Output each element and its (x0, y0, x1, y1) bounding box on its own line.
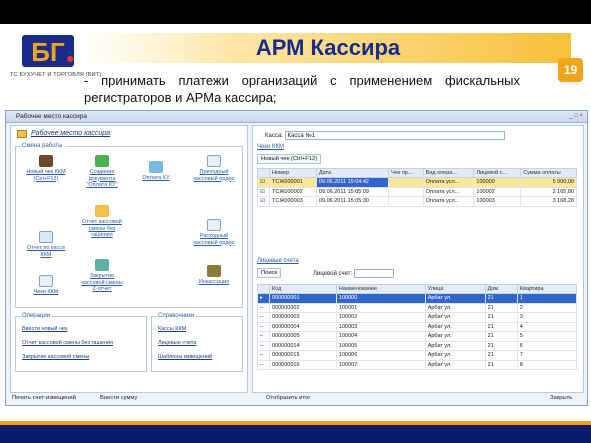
document-icon (207, 219, 221, 231)
show-totals-button[interactable]: Отобразить итог (266, 395, 310, 401)
search-button[interactable]: Поиск (257, 268, 282, 278)
op-close-shift[interactable]: Закрытие кассовой смены (22, 354, 89, 360)
bottom-bar (0, 425, 591, 443)
bullet-text: - принимать платежи организаций с примен… (84, 73, 520, 105)
op-report-no-cancel[interactable]: Отчет кассовой смены без гашения (22, 340, 113, 346)
checks-section-title: Чеки ККМ (257, 144, 284, 150)
acc-col-flag (257, 284, 270, 294)
app-window: Рабочее место кассира _ □ × Рабочее мест… (5, 110, 588, 406)
check-col-sum[interactable]: Сумма оплаты (520, 168, 577, 178)
pay-ku-button[interactable]: Оплата КУ (136, 161, 176, 182)
table-row[interactable]: –000000004 100003 Арбат ул. 21 4 (257, 321, 578, 332)
account-row: Лицевой счет: (313, 269, 394, 278)
table-row[interactable]: –000000002 100001 Арбат ул. 21 2 (257, 302, 578, 313)
check-col-date[interactable]: Дата (315, 168, 390, 178)
print-invoices-button[interactable]: Печать счет-извещений (12, 395, 76, 401)
folder-icon (17, 130, 27, 138)
top-black-bar (0, 0, 591, 24)
cash-label: Касса: (265, 133, 283, 140)
ref-templates[interactable]: Шаблоны извещений (158, 354, 212, 360)
right-panel: Касса: Касса №1 Чеки ККМ Новый чек (Ctrl… (252, 125, 584, 393)
close-button[interactable]: Закрыть (550, 395, 572, 401)
window-controls[interactable]: _ □ × (569, 113, 583, 119)
money-icon (95, 155, 109, 167)
checks-table: Номер Дата Чек пр... Вид опера... Лицево… (257, 168, 577, 207)
status-bar: Печать счет-извещений Внести сумму Отобр… (10, 395, 584, 404)
table-row[interactable]: –000000014 100005 Арбат ул. 21 6 (257, 340, 578, 351)
checks-kkm-button[interactable]: Чеки ККМ (26, 275, 66, 296)
shift-group-caption: Смена работы (20, 143, 65, 149)
accounts-section-title: Лицевые счета (257, 258, 299, 264)
check-col-return[interactable]: Чек пр... (388, 168, 424, 178)
table-row[interactable]: –000000005 100004 Арбат ул. 21 5 (257, 331, 578, 342)
table-row[interactable]: ▸ 000000001 100000 Арбат ул. 21 1 (257, 293, 578, 304)
acc-col-flat[interactable]: Квартира (516, 284, 578, 294)
window-title: Рабочее место кассира (6, 111, 587, 123)
new-check-toolbar-button[interactable]: Новый чек (Ctrl+F12) (257, 154, 322, 164)
cash-register-icon (39, 155, 53, 167)
check-col-flag (257, 168, 270, 178)
check-col-number[interactable]: Номер (269, 168, 317, 178)
acc-col-street[interactable]: Улица (424, 284, 486, 294)
checkbox-icon[interactable]: ☑ (257, 196, 270, 207)
left-panel-title[interactable]: Рабочее место кассира (31, 130, 110, 137)
cash-row: Касса: Касса №1 (265, 131, 505, 140)
acc-col-house[interactable]: Дом (484, 284, 518, 294)
refs-group: Справочники Кассы ККМ Лицевые счета Шабл… (151, 313, 243, 372)
report-icon (95, 205, 109, 217)
account-field[interactable] (353, 269, 394, 278)
accounts-table: Код Наименование Улица Дом Квартира ▸ 000… (257, 284, 578, 370)
table-row[interactable]: ☑ ТСЖ000003 09.06.2011 15:05:30 Оплата усл.… (257, 196, 577, 207)
left-panel: Рабочее место кассира Смена работы Новый… (10, 125, 248, 393)
table-row[interactable]: –000000015 100006 Арбат ул. 21 7 (257, 350, 578, 361)
slide-title: АРМ Кассира (255, 35, 401, 60)
ref-kkm[interactable]: Кассы ККМ (158, 326, 186, 332)
deposit-button[interactable]: Внести сумму (100, 395, 137, 401)
table-row[interactable]: ☑ ТСЖ000001 09.06.2011 15:04:42 Оплата усл.… (257, 177, 577, 188)
account-label: Лицевой счет: (313, 271, 353, 278)
create-doc-button[interactable]: Создание документа "Оплата КУ" (80, 155, 124, 189)
op-new-check[interactable]: Ввести новый чек (22, 326, 67, 332)
report-no-cancel-button[interactable]: Отчет кассовой смены без гашения (80, 205, 124, 239)
check-col-op[interactable]: Вид опера... (422, 168, 475, 178)
check-col-account[interactable]: Лицевой с... (473, 168, 522, 178)
safe-icon (207, 265, 221, 277)
receipt-icon (39, 275, 53, 287)
collection-button[interactable]: Инкассация (192, 265, 236, 286)
acc-col-name[interactable]: Наименование (335, 284, 426, 294)
table-row[interactable]: –000000003 100002 Арбат ул. 21 3 (257, 312, 578, 323)
cash-field[interactable]: Касса №1 (284, 131, 505, 140)
new-check-button[interactable]: Новый чек ККМ (Ctrl+F12) (26, 155, 66, 182)
logo-subtitle: ТС БУХУЧЕТ И ТОРГОВЛЯ (БИТ) (10, 72, 102, 78)
report-on-kkm-button[interactable]: Отчет по кассе ККМ (26, 231, 66, 258)
refs-group-caption: Справочники (156, 313, 197, 319)
bit-logo: БГ (22, 35, 74, 67)
page-number: 19 (558, 58, 583, 82)
svg-text:БГ: БГ (31, 37, 65, 67)
ref-accounts[interactable]: Лицевые счета (158, 340, 196, 346)
table-row[interactable]: ☑ ТСЖ000002 09.06.2011 15:05:09 Оплата усл.… (257, 186, 577, 197)
document-icon (207, 155, 221, 167)
ops-group-caption: Операции (20, 313, 53, 319)
close-shift-button[interactable]: Закрытие кассовой смены Z-отчет (80, 259, 124, 293)
coins-icon (149, 161, 163, 173)
expense-order-button[interactable]: Расходный кассовый ордер (192, 219, 236, 246)
table-row[interactable]: –000000016 100007 Арбат ул. 21 8 (257, 359, 578, 370)
ops-group: Операции Ввести новый чек Отчет кассовой… (15, 313, 147, 372)
shift-group: Смена работы Новый чек ККМ (Ctrl+F12) Со… (15, 143, 243, 308)
checkbox-icon[interactable]: ☑ (257, 186, 270, 197)
printer-icon (39, 231, 53, 243)
checkbox-icon[interactable]: ☑ (257, 177, 270, 188)
income-order-button[interactable]: Приходный кассовый ордер (192, 155, 236, 182)
acc-col-code[interactable]: Код (269, 284, 337, 294)
z-report-icon (95, 259, 109, 271)
